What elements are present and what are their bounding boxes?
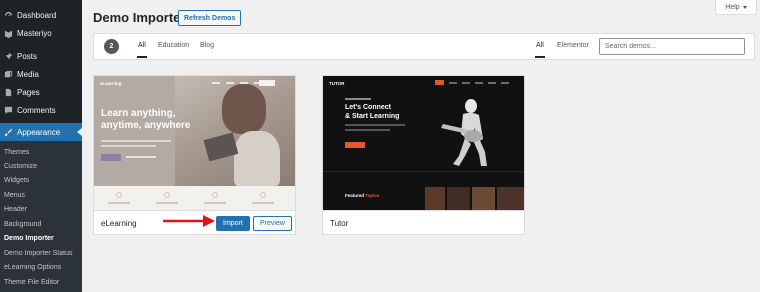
submenu-item-widgets[interactable]: Widgets: [4, 177, 29, 184]
admin-sidebar: Dashboard Masteriyo Posts Media Pages Co…: [0, 0, 82, 292]
appearance-icon: [4, 128, 13, 137]
refresh-demos-button[interactable]: Refresh Demos: [178, 10, 242, 26]
thumb-cta-link: [126, 156, 156, 158]
feature-caption: [252, 202, 274, 204]
sidebar-item-label: Pages: [17, 87, 40, 97]
sidebar-item-media[interactable]: Media: [0, 65, 82, 83]
sidebar-item-label: Posts: [17, 51, 38, 61]
page-title: Demo Importer: [93, 10, 186, 25]
sidebar-item-label: Comments: [17, 105, 56, 115]
appearance-submenu: Themes Customize Widgets Menus Header Ba…: [0, 141, 82, 292]
feature-caption: [204, 202, 226, 204]
comments-icon: [4, 106, 13, 115]
featured-prefix: Featured: [345, 193, 366, 198]
sidebar-item-label: Media: [17, 69, 39, 79]
submenu-item-elearning-options[interactable]: eLearning Options: [4, 264, 61, 271]
thumb-logo: eLearning: [100, 81, 122, 86]
thumb-nav: [212, 82, 262, 84]
sidebar-item-masteriyo[interactable]: Masteriyo: [0, 24, 82, 42]
thumb-features-band: [94, 186, 295, 210]
pages-icon: [4, 88, 13, 97]
submenu-item-themes[interactable]: Themes: [4, 149, 29, 156]
filter-category-blog[interactable]: Blog: [200, 42, 214, 49]
feature-caption: [108, 202, 130, 204]
submenu-item-demo-importer-status[interactable]: Demo Importer Status: [4, 250, 72, 257]
submenu-item-demo-importer[interactable]: Demo Importer: [4, 235, 54, 242]
thumb-cta: [101, 154, 121, 161]
thumb-headline: Learn anything, anytime, anywhere: [101, 108, 190, 132]
sidebar-item-label: Masteriyo: [17, 28, 52, 38]
feature-icon: [260, 192, 266, 198]
sidebar-item-label: Appearance: [17, 127, 61, 137]
thumb-headline-line: Learn anything,: [101, 108, 176, 119]
thumb-headline-line: Let's Connect: [345, 104, 392, 111]
red-arrow-annotation: [163, 215, 215, 227]
filter-category-all[interactable]: All: [137, 42, 147, 58]
topic-image: [472, 187, 495, 210]
feature-icon: [116, 192, 122, 198]
submenu-item-customize[interactable]: Customize: [4, 163, 37, 170]
thumb-headline-line: & Start Learning: [345, 113, 400, 120]
thumb-cta: [345, 142, 365, 148]
demo-filter-bar: 2 All Education Blog All Elementor: [93, 33, 755, 60]
topic-image: [425, 187, 445, 210]
media-icon: [4, 70, 13, 79]
feature-icon: [164, 192, 170, 198]
dashboard-icon: [4, 11, 13, 20]
hero-photo-figure: [234, 131, 280, 186]
thumb-featured-heading: Featured Topics: [345, 193, 379, 198]
demo-thumbnail[interactable]: TUTOR Let's Connect & Start Learning Fea…: [323, 76, 524, 210]
featured-highlight: Topics: [365, 193, 380, 198]
thumb-nav: [449, 82, 509, 84]
import-button[interactable]: Import: [216, 216, 250, 231]
help-label: Help: [725, 3, 740, 11]
submenu-item-background[interactable]: Background: [4, 221, 41, 228]
thumb-eyebrow: [345, 98, 371, 100]
help-tab-button[interactable]: Help: [715, 0, 757, 15]
thumb-subtext: [101, 140, 171, 150]
chevron-down-icon: [742, 5, 747, 9]
sidebar-item-comments[interactable]: Comments: [0, 101, 82, 119]
demo-count-badge: 2: [104, 39, 119, 54]
filter-category-education[interactable]: Education: [158, 42, 189, 49]
preview-button[interactable]: Preview: [253, 216, 292, 231]
feature-caption: [156, 202, 178, 204]
filter-builder-all[interactable]: All: [535, 42, 545, 58]
thumb-headline: Let's Connect & Start Learning: [345, 103, 399, 121]
demo-name: Tutor: [330, 219, 349, 228]
thumb-headline-line: anytime, anywhere: [101, 120, 191, 131]
thumb-divider: [323, 171, 524, 172]
sidebar-item-appearance[interactable]: Appearance: [0, 123, 82, 141]
feature-icon: [212, 192, 218, 198]
sidebar-item-pages[interactable]: Pages: [0, 83, 82, 101]
demo-thumbnail[interactable]: eLearning Learn anything, anytime, anywh…: [94, 76, 295, 210]
pin-icon: [4, 52, 13, 61]
thumb-logo: TUTOR: [329, 81, 345, 86]
filter-builder-elementor[interactable]: Elementor: [557, 42, 589, 49]
thumb-subtext: [345, 124, 405, 134]
demo-name: eLearning: [101, 219, 137, 228]
topic-image: [447, 187, 470, 210]
demo-card-elearning[interactable]: eLearning Learn anything, anytime, anywh…: [93, 75, 296, 235]
thumb-nav-button: [259, 80, 275, 86]
sidebar-item-label: Dashboard: [17, 10, 57, 20]
search-demos-input[interactable]: [599, 38, 745, 55]
masteriyo-icon: [4, 29, 13, 38]
sidebar-item-posts[interactable]: Posts: [0, 47, 82, 65]
demo-card-footer: Tutor: [323, 210, 524, 234]
sidebar-item-dashboard[interactable]: Dashboard: [0, 6, 82, 24]
hero-photo-figure: [222, 84, 266, 134]
submenu-item-header[interactable]: Header: [4, 206, 27, 213]
thumb-nav-button: [435, 80, 444, 85]
guitarist-image: [441, 99, 487, 166]
submenu-item-theme-file-editor[interactable]: Theme File Editor: [4, 279, 59, 286]
submenu-item-menus[interactable]: Menus: [4, 192, 25, 199]
topic-image: [497, 187, 524, 210]
demo-card-tutor[interactable]: TUTOR Let's Connect & Start Learning Fea…: [322, 75, 525, 235]
